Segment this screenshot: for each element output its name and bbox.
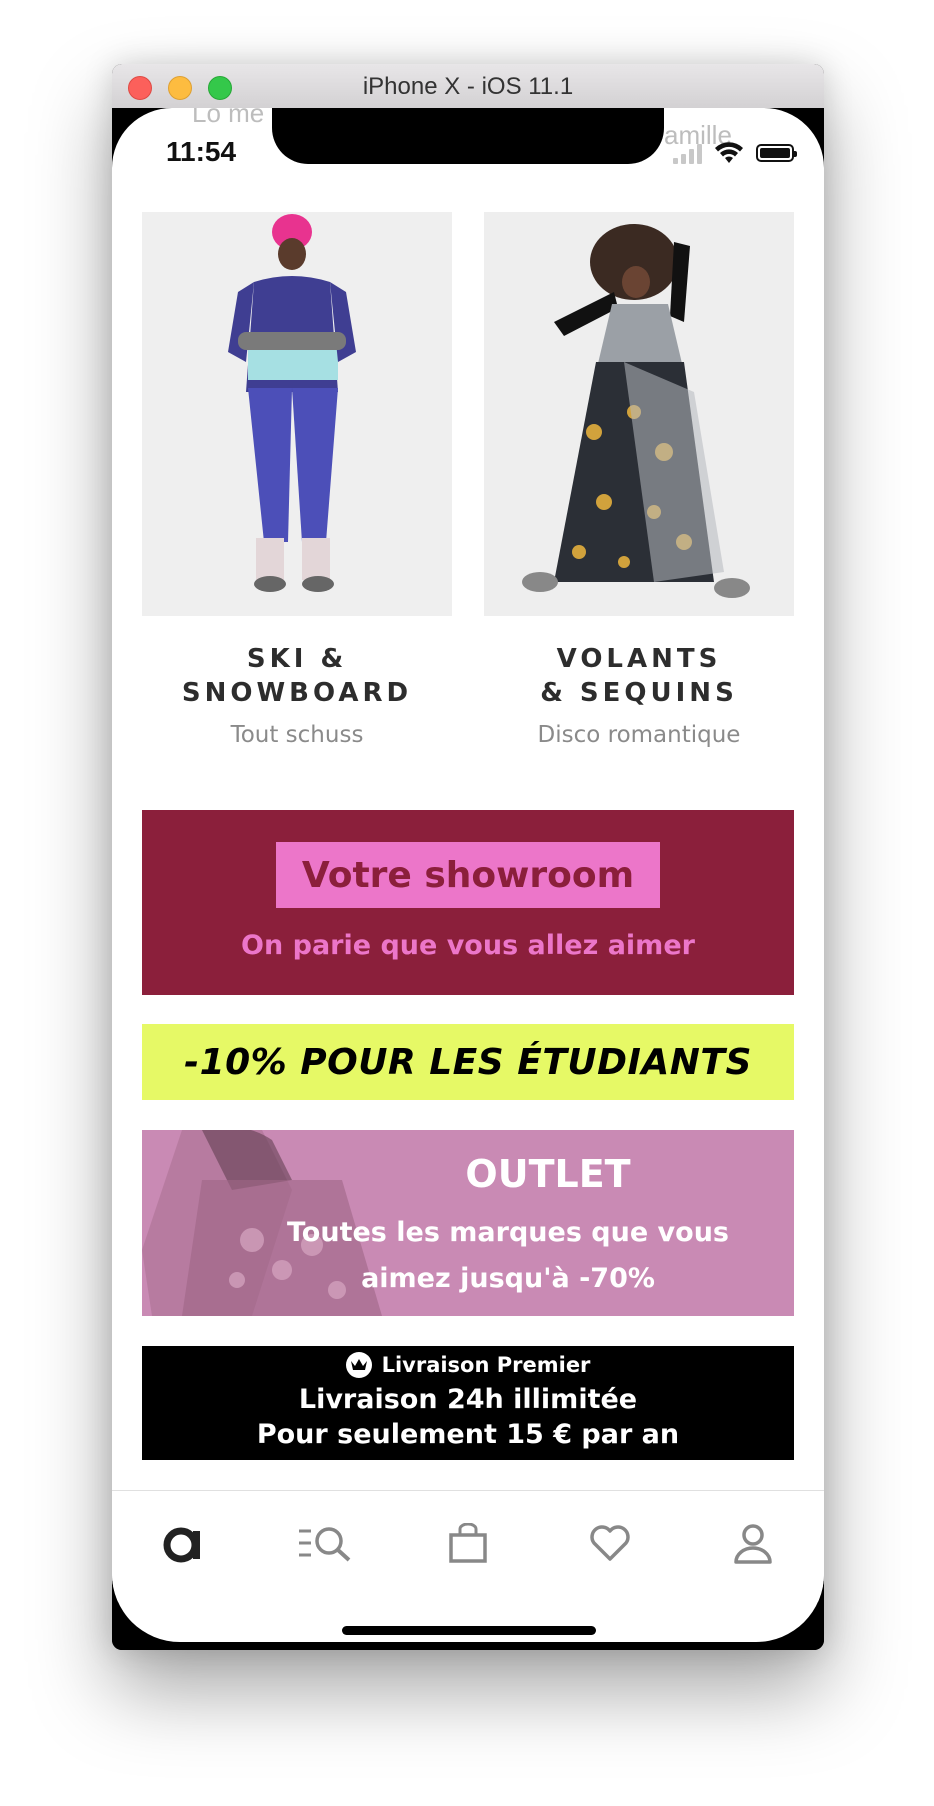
- device-frame: Lo me amille 11:54 SKI & SNOWBOARD Tout …: [112, 108, 824, 1650]
- window-titlebar: iPhone X - iOS 11.1: [112, 64, 824, 109]
- outlet-title: OUTLET: [465, 1152, 631, 1196]
- account-icon: [734, 1524, 772, 1564]
- student-discount-banner[interactable]: -10% POUR LES ÉTUDIANTS: [142, 1024, 794, 1100]
- tab-bag[interactable]: [428, 1513, 508, 1573]
- tile-subtitle: Disco romantique: [537, 722, 741, 748]
- heart-icon: [590, 1525, 631, 1561]
- home-indicator[interactable]: [342, 1626, 596, 1635]
- outlet-subtitle: Toutes les marques que vous aimez jusqu'…: [222, 1210, 794, 1302]
- premier-line2: Pour seulement 15 € par an: [256, 1419, 680, 1450]
- premier-label: Livraison Premier: [381, 1353, 591, 1377]
- tab-saved[interactable]: [570, 1513, 650, 1573]
- sequins-model-image: [484, 212, 794, 616]
- outlet-subtitle-line2: aimez jusqu'à -70%: [361, 1263, 655, 1294]
- showroom-title: Votre showroom: [276, 842, 660, 908]
- outlet-subtitle-line1: Toutes les marques que vous: [286, 1217, 730, 1248]
- device-notch: [272, 108, 664, 164]
- window-title: iPhone X - iOS 11.1: [362, 73, 574, 100]
- home-icon: [163, 1527, 201, 1563]
- premier-line1: Livraison 24h illimitée: [298, 1384, 638, 1415]
- tab-account[interactable]: [713, 1513, 793, 1573]
- tab-home[interactable]: [143, 1513, 223, 1573]
- cellular-signal-icon: [673, 142, 702, 164]
- simulator-window: iPhone X - iOS 11.1 Lo me amille 11:54 S…: [112, 64, 824, 1650]
- phone-screen: Lo me amille 11:54 SKI & SNOWBOARD Tout …: [112, 108, 824, 1642]
- status-time: 11:54: [166, 136, 237, 167]
- category-tile-ski[interactable]: SKI & SNOWBOARD Tout schuss: [142, 212, 452, 748]
- showroom-banner[interactable]: Votre showroom On parie que vous allez a…: [142, 810, 794, 995]
- battery-icon: [756, 144, 797, 162]
- wifi-icon: [715, 142, 743, 163]
- tile-subtitle: Tout schuss: [230, 722, 364, 748]
- tile-title-line1: SKI &: [246, 644, 348, 674]
- tile-title-line2: SNOWBOARD: [181, 678, 413, 708]
- scrolled-ghost-text-left: Lo me: [192, 108, 265, 128]
- search-categories-icon: [298, 1527, 350, 1562]
- premier-label-row: Livraison Premier: [142, 1352, 794, 1378]
- category-tile-volants[interactable]: VOLANTS & SEQUINS Disco romantique: [484, 212, 794, 748]
- bag-icon: [449, 1523, 487, 1563]
- tab-search[interactable]: [286, 1513, 366, 1573]
- tile-title-line1: VOLANTS: [556, 644, 722, 674]
- premier-delivery-banner[interactable]: Livraison Premier Livraison 24h illimité…: [142, 1346, 794, 1460]
- bottom-tab-bar: [112, 1490, 824, 1602]
- student-discount-text: -10% POUR LES ÉTUDIANTS: [184, 1041, 752, 1083]
- tile-title-line2: & SEQUINS: [540, 678, 738, 708]
- outlet-banner[interactable]: OUTLET Toutes les marques que vous aimez…: [142, 1130, 794, 1316]
- showroom-subtitle: On parie que vous allez aimer: [241, 930, 695, 961]
- ski-model-image: [142, 212, 452, 616]
- crown-icon: [345, 1352, 372, 1378]
- status-icons: [673, 140, 797, 166]
